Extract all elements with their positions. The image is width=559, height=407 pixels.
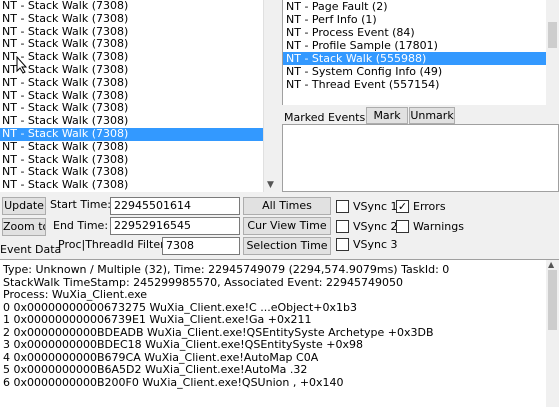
mark-button[interactable]: Mark — [366, 107, 408, 124]
vsync2-label: VSync 2 — [353, 220, 398, 233]
event-type-item[interactable]: NT - Profile Sample (17801) — [283, 39, 559, 52]
event-type-item[interactable]: NT - Process Event (84) — [283, 26, 559, 39]
vsync1-checkbox[interactable] — [336, 200, 349, 213]
all-times-button[interactable]: All Times — [243, 197, 331, 215]
event-list-item[interactable]: NT - Stack Walk (7308) — [0, 0, 280, 13]
event-data-panel[interactable]: Type: Unknown / Multiple (32), Time: 229… — [0, 259, 559, 407]
scroll-up-icon[interactable]: ▲ — [548, 260, 554, 269]
event-data-label: Event Data — [0, 243, 62, 256]
event-list-item[interactable]: NT - Stack Walk (7308) — [0, 12, 280, 26]
end-time-label: End Time: — [53, 219, 109, 232]
start-time-label: Start Time: — [50, 198, 111, 211]
event-type-item[interactable]: NT - Page Fault (2) — [283, 0, 559, 13]
event-list-item[interactable]: NT - Stack Walk (7308) — [0, 127, 280, 141]
vsync2-checkbox[interactable] — [336, 220, 349, 233]
zoom-to-button[interactable]: Zoom to — [2, 218, 46, 236]
event-data-line: 5 0x0000000000B6A5D2 WuXia_Client.exe!Au… — [3, 363, 308, 376]
event-list[interactable]: NT - Stack Walk (7308) NT - Stack Walk (7… — [0, 0, 280, 192]
event-type-item[interactable]: NT - Stack Walk (555988) — [283, 52, 559, 65]
event-type-scrollbar[interactable] — [546, 0, 559, 105]
event-data-line: StackWalk TimeStamp: 245299985570, Assoc… — [3, 275, 403, 289]
unmark-button[interactable]: Unmark — [409, 107, 455, 124]
event-list-item[interactable]: NT - Stack Walk (7308) — [0, 76, 280, 90]
vsync3-checkbox[interactable] — [336, 238, 349, 251]
scroll-down-icon[interactable]: ▼ — [267, 180, 274, 190]
scrollbar-thumb[interactable] — [548, 270, 557, 330]
event-data-line: 2 0x0000000000BDEADB WuXia_Client.exe!QS… — [3, 325, 434, 339]
event-data-line: Type: Unknown / Multiple (32), Time: 229… — [3, 263, 450, 276]
event-list-scrollbar[interactable]: ▼ — [263, 0, 280, 192]
warnings-label: Warnings — [413, 220, 464, 233]
event-data-scrollbar[interactable]: ▲ — [546, 260, 559, 407]
update-button[interactable]: Update — [2, 197, 46, 215]
event-list-item[interactable]: NT - Stack Walk (7308) — [0, 63, 280, 77]
vsync3-label: VSync 3 — [353, 238, 398, 251]
event-type-item[interactable]: NT - Thread Event (557154) — [283, 78, 559, 91]
warnings-checkbox[interactable] — [396, 220, 409, 233]
event-data-line: Process: WuXia_Client.exe — [3, 288, 148, 301]
start-time-input[interactable]: 22945501614 — [110, 197, 240, 215]
vsync1-label: VSync 1 — [353, 200, 398, 213]
marked-events-list[interactable] — [282, 124, 559, 192]
event-data-line: 0 0x00000000000673275 WuXia_Client.exe!C… — [3, 300, 357, 314]
scrollbar-thumb[interactable] — [548, 22, 557, 48]
event-list-item[interactable]: NT - Stack Walk (7308) — [0, 178, 280, 192]
event-type-item[interactable]: NT - System Config Info (49) — [283, 65, 559, 78]
proc-thread-filter-input[interactable]: 7308 — [162, 237, 240, 255]
end-time-input[interactable]: 22952916545 — [110, 217, 240, 235]
cur-view-time-button[interactable]: Cur View Time — [243, 217, 331, 235]
errors-label: Errors — [413, 200, 446, 213]
selection-time-button[interactable]: Selection Time — [243, 237, 331, 255]
event-data-line: 6 0x0000000000B200F0 WuXia_Client.exe!QS… — [3, 375, 344, 389]
event-data-line: 3 0x0000000000BDEC18 WuXia_Client.exe!QS… — [3, 338, 363, 351]
errors-checkbox[interactable]: ✓ — [396, 200, 409, 213]
proc-thread-filter-label: Proc|ThreadId Filter: — [58, 238, 169, 251]
event-type-list[interactable]: NT - Page Fault (2) NT - Perf Info (1) NT … — [282, 0, 559, 105]
marked-events-label: Marked Events: — [284, 111, 369, 124]
event-type-item[interactable]: NT - Perf Info (1) — [283, 13, 559, 26]
event-list-item[interactable]: NT - Stack Walk (7308) — [0, 140, 280, 154]
event-data-line: 4 0x0000000000B679CA WuXia_Client.exe!Au… — [3, 350, 319, 364]
mouse-cursor-icon — [16, 56, 28, 74]
event-data-line: 1 0x000000000006739E1 WuXia_Client.exe!G… — [3, 313, 312, 326]
